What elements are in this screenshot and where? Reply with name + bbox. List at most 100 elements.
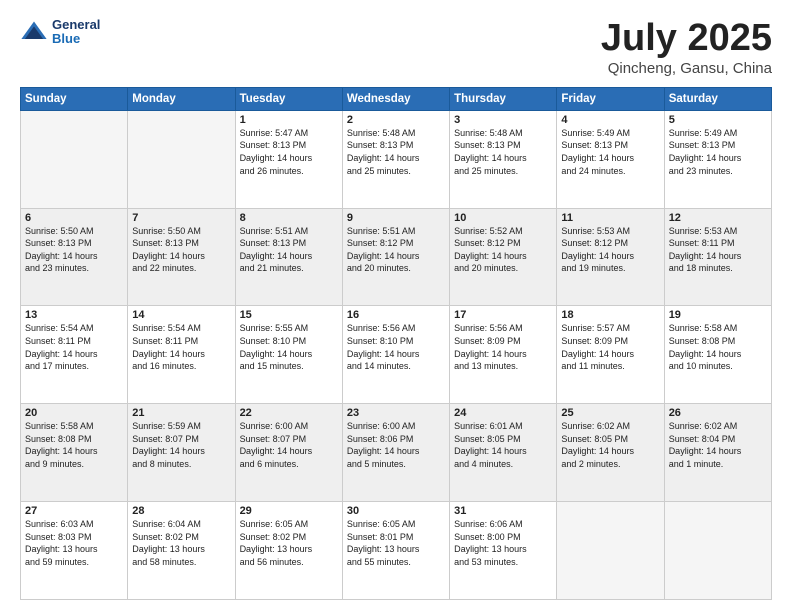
day-info: Sunrise: 5:48 AM Sunset: 8:13 PM Dayligh… [347,127,445,177]
calendar-cell: 1Sunrise: 5:47 AM Sunset: 8:13 PM Daylig… [235,110,342,208]
week-row-5: 27Sunrise: 6:03 AM Sunset: 8:03 PM Dayli… [21,502,772,600]
logo-icon [20,18,48,46]
calendar-cell: 26Sunrise: 6:02 AM Sunset: 8:04 PM Dayli… [664,404,771,502]
day-info: Sunrise: 5:58 AM Sunset: 8:08 PM Dayligh… [669,322,767,372]
calendar-cell: 8Sunrise: 5:51 AM Sunset: 8:13 PM Daylig… [235,208,342,306]
day-info: Sunrise: 5:58 AM Sunset: 8:08 PM Dayligh… [25,420,123,470]
day-number: 2 [347,114,445,126]
day-info: Sunrise: 5:54 AM Sunset: 8:11 PM Dayligh… [132,322,230,372]
day-number: 23 [347,407,445,419]
day-info: Sunrise: 5:47 AM Sunset: 8:13 PM Dayligh… [240,127,338,177]
calendar-cell [664,502,771,600]
day-number: 22 [240,407,338,419]
calendar-cell: 18Sunrise: 5:57 AM Sunset: 8:09 PM Dayli… [557,306,664,404]
day-number: 20 [25,407,123,419]
calendar-cell: 28Sunrise: 6:04 AM Sunset: 8:02 PM Dayli… [128,502,235,600]
day-number: 30 [347,505,445,517]
location: Qincheng, Gansu, China [601,60,772,77]
calendar-cell: 14Sunrise: 5:54 AM Sunset: 8:11 PM Dayli… [128,306,235,404]
day-number: 10 [454,212,552,224]
logo-text: General Blue [52,18,100,47]
day-info: Sunrise: 5:55 AM Sunset: 8:10 PM Dayligh… [240,322,338,372]
calendar-cell: 30Sunrise: 6:05 AM Sunset: 8:01 PM Dayli… [342,502,449,600]
day-info: Sunrise: 6:06 AM Sunset: 8:00 PM Dayligh… [454,518,552,568]
calendar-cell [21,110,128,208]
day-info: Sunrise: 5:51 AM Sunset: 8:12 PM Dayligh… [347,225,445,275]
weekday-wednesday: Wednesday [342,87,449,110]
day-number: 9 [347,212,445,224]
calendar-cell: 10Sunrise: 5:52 AM Sunset: 8:12 PM Dayli… [450,208,557,306]
day-info: Sunrise: 5:56 AM Sunset: 8:10 PM Dayligh… [347,322,445,372]
day-number: 5 [669,114,767,126]
day-info: Sunrise: 6:00 AM Sunset: 8:07 PM Dayligh… [240,420,338,470]
day-info: Sunrise: 6:05 AM Sunset: 8:01 PM Dayligh… [347,518,445,568]
day-number: 16 [347,309,445,321]
weekday-saturday: Saturday [664,87,771,110]
logo: General Blue [20,18,100,47]
day-number: 6 [25,212,123,224]
calendar-cell: 11Sunrise: 5:53 AM Sunset: 8:12 PM Dayli… [557,208,664,306]
calendar-cell: 22Sunrise: 6:00 AM Sunset: 8:07 PM Dayli… [235,404,342,502]
logo-general: General [52,18,100,32]
day-info: Sunrise: 5:56 AM Sunset: 8:09 PM Dayligh… [454,322,552,372]
weekday-header-row: SundayMondayTuesdayWednesdayThursdayFrid… [21,87,772,110]
day-info: Sunrise: 6:02 AM Sunset: 8:05 PM Dayligh… [561,420,659,470]
day-info: Sunrise: 5:49 AM Sunset: 8:13 PM Dayligh… [561,127,659,177]
day-info: Sunrise: 6:03 AM Sunset: 8:03 PM Dayligh… [25,518,123,568]
calendar-cell: 27Sunrise: 6:03 AM Sunset: 8:03 PM Dayli… [21,502,128,600]
day-number: 7 [132,212,230,224]
day-number: 28 [132,505,230,517]
calendar: SundayMondayTuesdayWednesdayThursdayFrid… [20,87,772,600]
day-info: Sunrise: 5:52 AM Sunset: 8:12 PM Dayligh… [454,225,552,275]
day-number: 25 [561,407,659,419]
day-number: 31 [454,505,552,517]
day-info: Sunrise: 5:50 AM Sunset: 8:13 PM Dayligh… [25,225,123,275]
day-info: Sunrise: 5:53 AM Sunset: 8:11 PM Dayligh… [669,225,767,275]
day-number: 18 [561,309,659,321]
weekday-thursday: Thursday [450,87,557,110]
day-info: Sunrise: 5:53 AM Sunset: 8:12 PM Dayligh… [561,225,659,275]
day-number: 12 [669,212,767,224]
day-number: 29 [240,505,338,517]
calendar-cell: 17Sunrise: 5:56 AM Sunset: 8:09 PM Dayli… [450,306,557,404]
day-number: 19 [669,309,767,321]
week-row-1: 1Sunrise: 5:47 AM Sunset: 8:13 PM Daylig… [21,110,772,208]
day-number: 15 [240,309,338,321]
day-number: 13 [25,309,123,321]
calendar-cell: 21Sunrise: 5:59 AM Sunset: 8:07 PM Dayli… [128,404,235,502]
month-title: July 2025 [601,18,772,60]
day-info: Sunrise: 6:01 AM Sunset: 8:05 PM Dayligh… [454,420,552,470]
calendar-cell: 25Sunrise: 6:02 AM Sunset: 8:05 PM Dayli… [557,404,664,502]
day-info: Sunrise: 5:49 AM Sunset: 8:13 PM Dayligh… [669,127,767,177]
calendar-cell: 16Sunrise: 5:56 AM Sunset: 8:10 PM Dayli… [342,306,449,404]
weekday-monday: Monday [128,87,235,110]
calendar-cell: 4Sunrise: 5:49 AM Sunset: 8:13 PM Daylig… [557,110,664,208]
calendar-cell [128,110,235,208]
day-info: Sunrise: 6:00 AM Sunset: 8:06 PM Dayligh… [347,420,445,470]
calendar-cell: 23Sunrise: 6:00 AM Sunset: 8:06 PM Dayli… [342,404,449,502]
day-number: 11 [561,212,659,224]
week-row-2: 6Sunrise: 5:50 AM Sunset: 8:13 PM Daylig… [21,208,772,306]
week-row-4: 20Sunrise: 5:58 AM Sunset: 8:08 PM Dayli… [21,404,772,502]
day-number: 8 [240,212,338,224]
day-info: Sunrise: 6:02 AM Sunset: 8:04 PM Dayligh… [669,420,767,470]
day-number: 27 [25,505,123,517]
day-number: 4 [561,114,659,126]
calendar-cell: 29Sunrise: 6:05 AM Sunset: 8:02 PM Dayli… [235,502,342,600]
day-info: Sunrise: 5:57 AM Sunset: 8:09 PM Dayligh… [561,322,659,372]
calendar-cell: 31Sunrise: 6:06 AM Sunset: 8:00 PM Dayli… [450,502,557,600]
logo-blue: Blue [52,32,100,46]
day-number: 14 [132,309,230,321]
day-number: 24 [454,407,552,419]
calendar-cell: 12Sunrise: 5:53 AM Sunset: 8:11 PM Dayli… [664,208,771,306]
weekday-tuesday: Tuesday [235,87,342,110]
day-info: Sunrise: 5:54 AM Sunset: 8:11 PM Dayligh… [25,322,123,372]
day-number: 3 [454,114,552,126]
calendar-cell [557,502,664,600]
day-number: 21 [132,407,230,419]
calendar-cell: 6Sunrise: 5:50 AM Sunset: 8:13 PM Daylig… [21,208,128,306]
calendar-cell: 13Sunrise: 5:54 AM Sunset: 8:11 PM Dayli… [21,306,128,404]
calendar-cell: 2Sunrise: 5:48 AM Sunset: 8:13 PM Daylig… [342,110,449,208]
day-info: Sunrise: 5:48 AM Sunset: 8:13 PM Dayligh… [454,127,552,177]
weekday-friday: Friday [557,87,664,110]
